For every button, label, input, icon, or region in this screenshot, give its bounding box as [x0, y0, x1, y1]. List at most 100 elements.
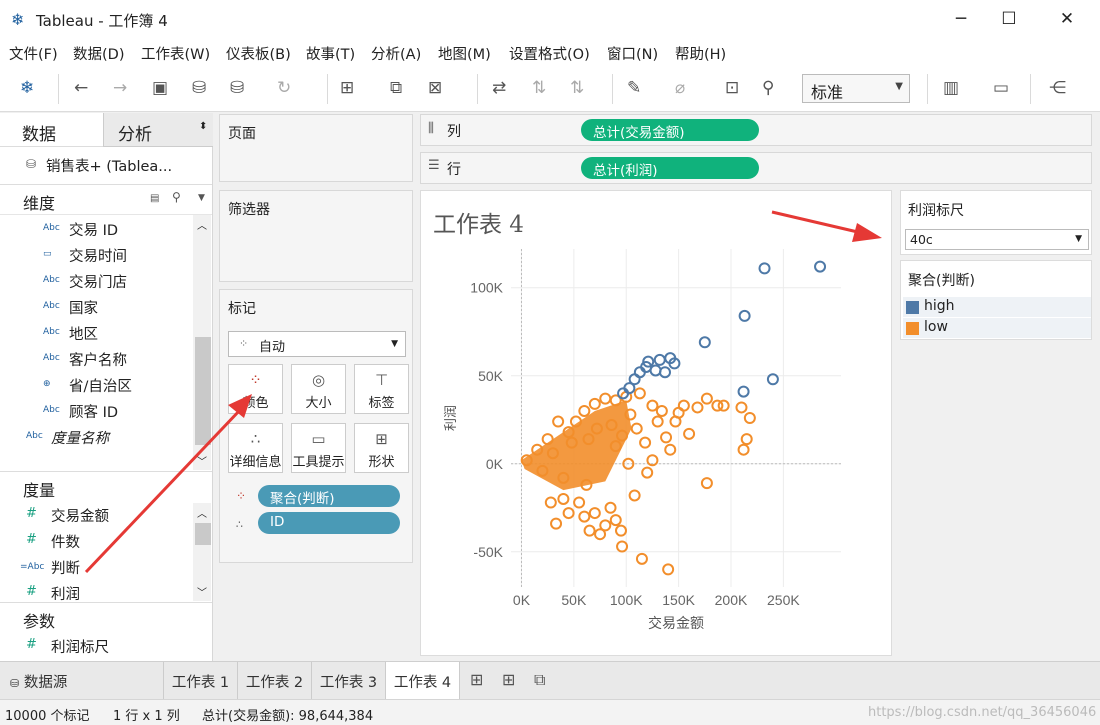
new-worksheet-icon[interactable]: ⊞ — [470, 670, 483, 689]
color-legend-title: 聚合(判断) — [908, 273, 975, 289]
rows-pill[interactable]: 总计(利润) — [581, 157, 759, 179]
marks-size-button[interactable]: ◎ 大小 — [291, 364, 346, 414]
search-icon[interactable]: ⚲ — [172, 190, 181, 204]
show-labels-icon[interactable]: ⊡ — [725, 78, 739, 98]
menu-help[interactable]: 帮助(H) — [675, 43, 726, 64]
sort-ascending-icon[interactable]: ⇅ — [532, 78, 546, 98]
highlight-icon[interactable]: ✎ — [627, 78, 641, 98]
automatic-mark-icon: ⁘ — [239, 337, 249, 350]
toolbar-divider — [927, 74, 928, 104]
chevron-down-icon[interactable]: ﹀ — [197, 453, 207, 468]
scatter-chart[interactable]: 0K 50K 100K 150K 200K 250K -50K 0K 50K 100K 交易金额 利润 — [421, 191, 891, 655]
mark-type-dropdown[interactable]: ⁘ 自动 ▼ — [228, 331, 406, 357]
datasource-row[interactable]: ⛁ 销售表+ (Tablea... — [0, 147, 212, 185]
menu-analysis[interactable]: 分析(A) — [371, 43, 421, 64]
new-worksheet-icon[interactable]: ⊞ — [340, 78, 354, 98]
field-measure[interactable]: # 交易金额 — [0, 502, 195, 528]
field-dimension[interactable]: Abc 地区 — [0, 320, 195, 346]
field-dimension[interactable]: ▭ 交易时间 — [0, 242, 195, 268]
data-point-low — [639, 436, 652, 449]
tab-sheet-2[interactable]: 工作表 2 — [238, 662, 312, 699]
columns-shelf[interactable]: ⫼ 列 总计(交易金额) — [420, 114, 1092, 146]
marks-tooltip-button[interactable]: ▭ 工具提示 — [291, 423, 346, 473]
y-tick-label: 0K — [486, 456, 504, 472]
data-point-low — [615, 524, 627, 537]
tab-sheet-4[interactable]: 工作表 4 — [386, 662, 460, 699]
field-param-profit-scale[interactable]: # 利润标尺 — [0, 633, 195, 659]
maximize-button[interactable]: ☐ — [986, 4, 1032, 34]
datasource-name: 销售表+ (Tablea... — [46, 159, 173, 175]
redo-icon[interactable]: → — [113, 78, 127, 98]
color-encoding-icon: ⁘ — [236, 489, 247, 503]
list-view-icon[interactable]: ▤ — [150, 193, 159, 204]
tab-data[interactable]: 数据 — [0, 113, 103, 147]
menu-dashboard[interactable]: 仪表板(B) — [226, 43, 291, 64]
field-measure[interactable]: =Abc 判断 — [0, 554, 195, 580]
presentation-mode-icon[interactable]: ▭ — [993, 78, 1009, 98]
undo-icon[interactable]: ← — [74, 78, 88, 98]
field-dimension[interactable]: Abc 客户名称 — [0, 346, 195, 372]
new-dashboard-icon[interactable]: ⊞ — [502, 670, 515, 689]
tableau-home-icon[interactable]: ❄ — [20, 78, 34, 98]
chevron-up-icon[interactable]: ︿ — [197, 217, 207, 232]
measures-scrollbar[interactable]: ︿ ﹀ — [193, 503, 211, 601]
new-datasource-icon[interactable]: ⛁ — [192, 78, 206, 98]
duplicate-sheet-icon[interactable]: ⧉ — [390, 78, 402, 98]
menu-window[interactable]: 窗口(N) — [607, 43, 658, 64]
data-point-high — [649, 364, 662, 377]
fix-axes-icon[interactable]: ⚲ — [762, 78, 774, 98]
scrollbar-thumb[interactable] — [195, 337, 211, 445]
show-me-icon[interactable]: ▥ — [943, 78, 959, 98]
refresh-icon[interactable]: ↻ — [277, 78, 291, 98]
new-story-icon[interactable]: ⧉ — [534, 670, 545, 690]
tab-analysis[interactable]: 分析 ⬍ — [103, 113, 213, 147]
data-point-low — [628, 489, 641, 502]
legend-item-high[interactable]: high — [903, 297, 1091, 317]
marks-pill-id[interactable]: ID — [258, 512, 400, 534]
menu-format[interactable]: 设置格式(O) — [509, 43, 590, 64]
save-icon[interactable]: ▣ — [152, 78, 168, 98]
chevron-down-icon[interactable]: ▼ — [198, 193, 205, 203]
rows-shelf[interactable]: ☰ 行 总计(利润) — [420, 152, 1092, 184]
menu-data[interactable]: 数据(D) — [73, 43, 124, 64]
clear-sheet-icon[interactable]: ⊠ — [428, 78, 442, 98]
marks-color-button[interactable]: ⁘ 颜色 — [228, 364, 283, 414]
field-measure[interactable]: # 件数 — [0, 528, 195, 554]
menu-file[interactable]: 文件(F) — [9, 43, 58, 64]
tab-sheet-3[interactable]: 工作表 3 — [312, 662, 386, 699]
field-label: 利润 — [51, 587, 80, 603]
marks-shape-button[interactable]: ⊞ 形状 — [354, 423, 409, 473]
field-dimension[interactable]: ⊕ 省/自治区 — [0, 372, 195, 398]
parameter-dropdown[interactable]: 40c ▼ — [905, 229, 1089, 250]
menu-map[interactable]: 地图(M) — [438, 43, 491, 64]
minimize-button[interactable]: ─ — [938, 4, 984, 34]
marks-label-button[interactable]: ⊤ 标签 — [354, 364, 409, 414]
pages-shelf[interactable]: 页面 — [219, 114, 413, 182]
field-measure-names[interactable]: Abc 度量名称 — [0, 424, 195, 450]
scrollbar-thumb[interactable] — [195, 523, 211, 545]
close-button[interactable]: ✕ — [1044, 4, 1090, 34]
pause-updates-icon[interactable]: ⛁ — [230, 78, 244, 98]
tab-sheet-1[interactable]: 工作表 1 — [164, 662, 238, 699]
sort-descending-icon[interactable]: ⇅ — [570, 78, 584, 98]
field-dimension[interactable]: Abc 国家 — [0, 294, 195, 320]
menu-worksheet[interactable]: 工作表(W) — [141, 43, 210, 64]
swap-rows-columns-icon[interactable]: ⇄ — [492, 78, 506, 98]
chevron-down-icon[interactable]: ﹀ — [197, 584, 207, 599]
tab-datasource[interactable]: ⛁ 数据源 — [0, 662, 164, 699]
data-point-low — [737, 443, 750, 456]
group-icon[interactable]: ⌀ — [675, 78, 685, 98]
marks-pill-judgement[interactable]: 聚合(判断) — [258, 485, 400, 507]
filters-shelf[interactable]: 筛选器 — [219, 190, 413, 282]
share-icon[interactable]: ⋲ — [1049, 78, 1066, 98]
marks-detail-button[interactable]: ∴ 详细信息 — [228, 423, 283, 473]
field-dimension[interactable]: Abc 交易 ID — [0, 216, 195, 242]
chevron-up-icon[interactable]: ︿ — [197, 505, 207, 520]
field-dimension[interactable]: Abc 交易门店 — [0, 268, 195, 294]
columns-pill[interactable]: 总计(交易金额) — [581, 119, 759, 141]
field-dimension[interactable]: Abc 顾客 ID — [0, 398, 195, 424]
menu-story[interactable]: 故事(T) — [306, 43, 355, 64]
dimensions-scrollbar[interactable]: ︿ ﹀ — [193, 215, 211, 470]
legend-item-low[interactable]: low — [903, 318, 1091, 338]
fit-dropdown[interactable]: 标准 ▼ — [802, 74, 910, 103]
